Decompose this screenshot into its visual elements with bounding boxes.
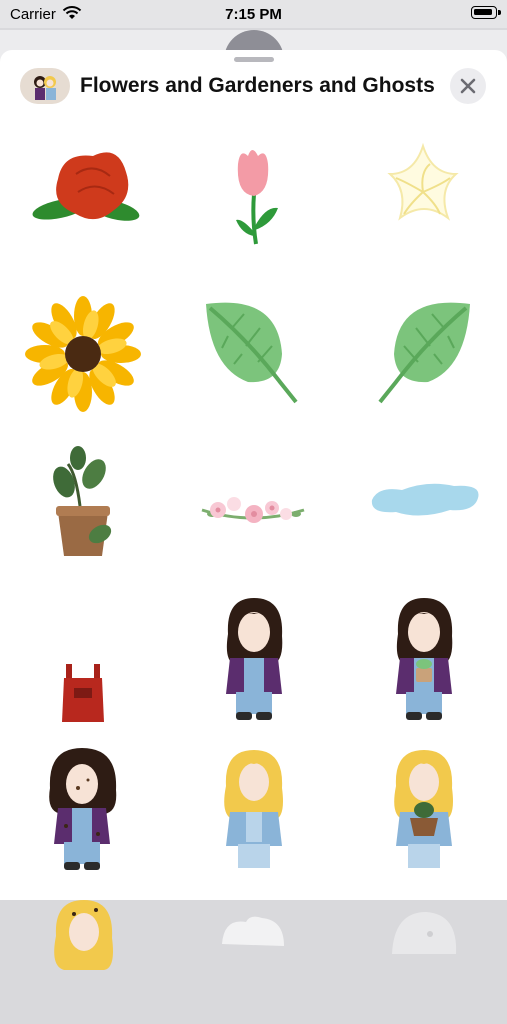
battery-icon (471, 6, 501, 19)
puddle-icon (371, 483, 479, 516)
sticker-sheet: Flowers and Gardeners and Ghosts (0, 50, 507, 970)
clock: 7:15 PM (225, 6, 282, 23)
ghost-icon (222, 916, 284, 946)
sticker-sunflower[interactable] (18, 284, 148, 424)
sticker-overalls[interactable] (18, 584, 148, 724)
sticker-potted-plant[interactable] (18, 434, 148, 574)
sticker-gardener-blonde-partial[interactable] (18, 884, 148, 1024)
sheet-title: Flowers and Gardeners and Ghosts (80, 74, 435, 97)
white-flower-icon (387, 142, 459, 221)
sticker-ghost-partial[interactable] (188, 884, 318, 1024)
close-icon (460, 78, 476, 94)
sticker-white-flower[interactable] (358, 134, 488, 274)
sticker-gardener-brunette[interactable] (188, 584, 318, 724)
sticker-gardener-brunette-dirty[interactable] (18, 734, 148, 874)
gardener-blonde-pot-icon (394, 750, 453, 868)
sticker-leaf-right[interactable] (358, 284, 488, 424)
gardener-brunette-icon (226, 598, 283, 720)
sticker-flower-garland[interactable] (188, 434, 318, 574)
potted-plant-icon (53, 446, 112, 556)
leaf-icon (206, 302, 298, 404)
sticker-ghost-partial-2[interactable] (358, 884, 488, 1024)
sunflower-icon (25, 296, 141, 412)
sheet-header: Flowers and Gardeners and Ghosts (0, 66, 507, 106)
leaf-icon (378, 302, 470, 404)
close-button[interactable] (450, 68, 486, 104)
sticker-gardener-blonde-holding-pot[interactable] (358, 734, 488, 874)
gardener-brunette-dirty-icon (49, 748, 117, 870)
sticker-rose[interactable] (18, 134, 148, 274)
sticker-gardener-brunette-holding-plant[interactable] (358, 584, 488, 724)
sheet-grabber[interactable] (234, 57, 274, 62)
sticker-puddle[interactable] (358, 434, 488, 574)
sticker-tulip[interactable] (188, 134, 318, 274)
rose-icon (32, 152, 140, 221)
gardener-brunette-plant-icon (396, 598, 453, 720)
flower-garland-icon (201, 497, 305, 523)
app-icon (20, 68, 70, 104)
sticker-leaf-left[interactable] (188, 284, 318, 424)
overalls-icon (62, 664, 104, 722)
ghost-icon (392, 912, 457, 954)
status-bar: Carrier 7:15 PM (0, 0, 507, 28)
tulip-icon (236, 150, 278, 245)
gardener-blonde-partial-icon (54, 900, 113, 970)
gardener-blonde-icon (224, 750, 283, 868)
sticker-gardener-blonde[interactable] (188, 734, 318, 874)
